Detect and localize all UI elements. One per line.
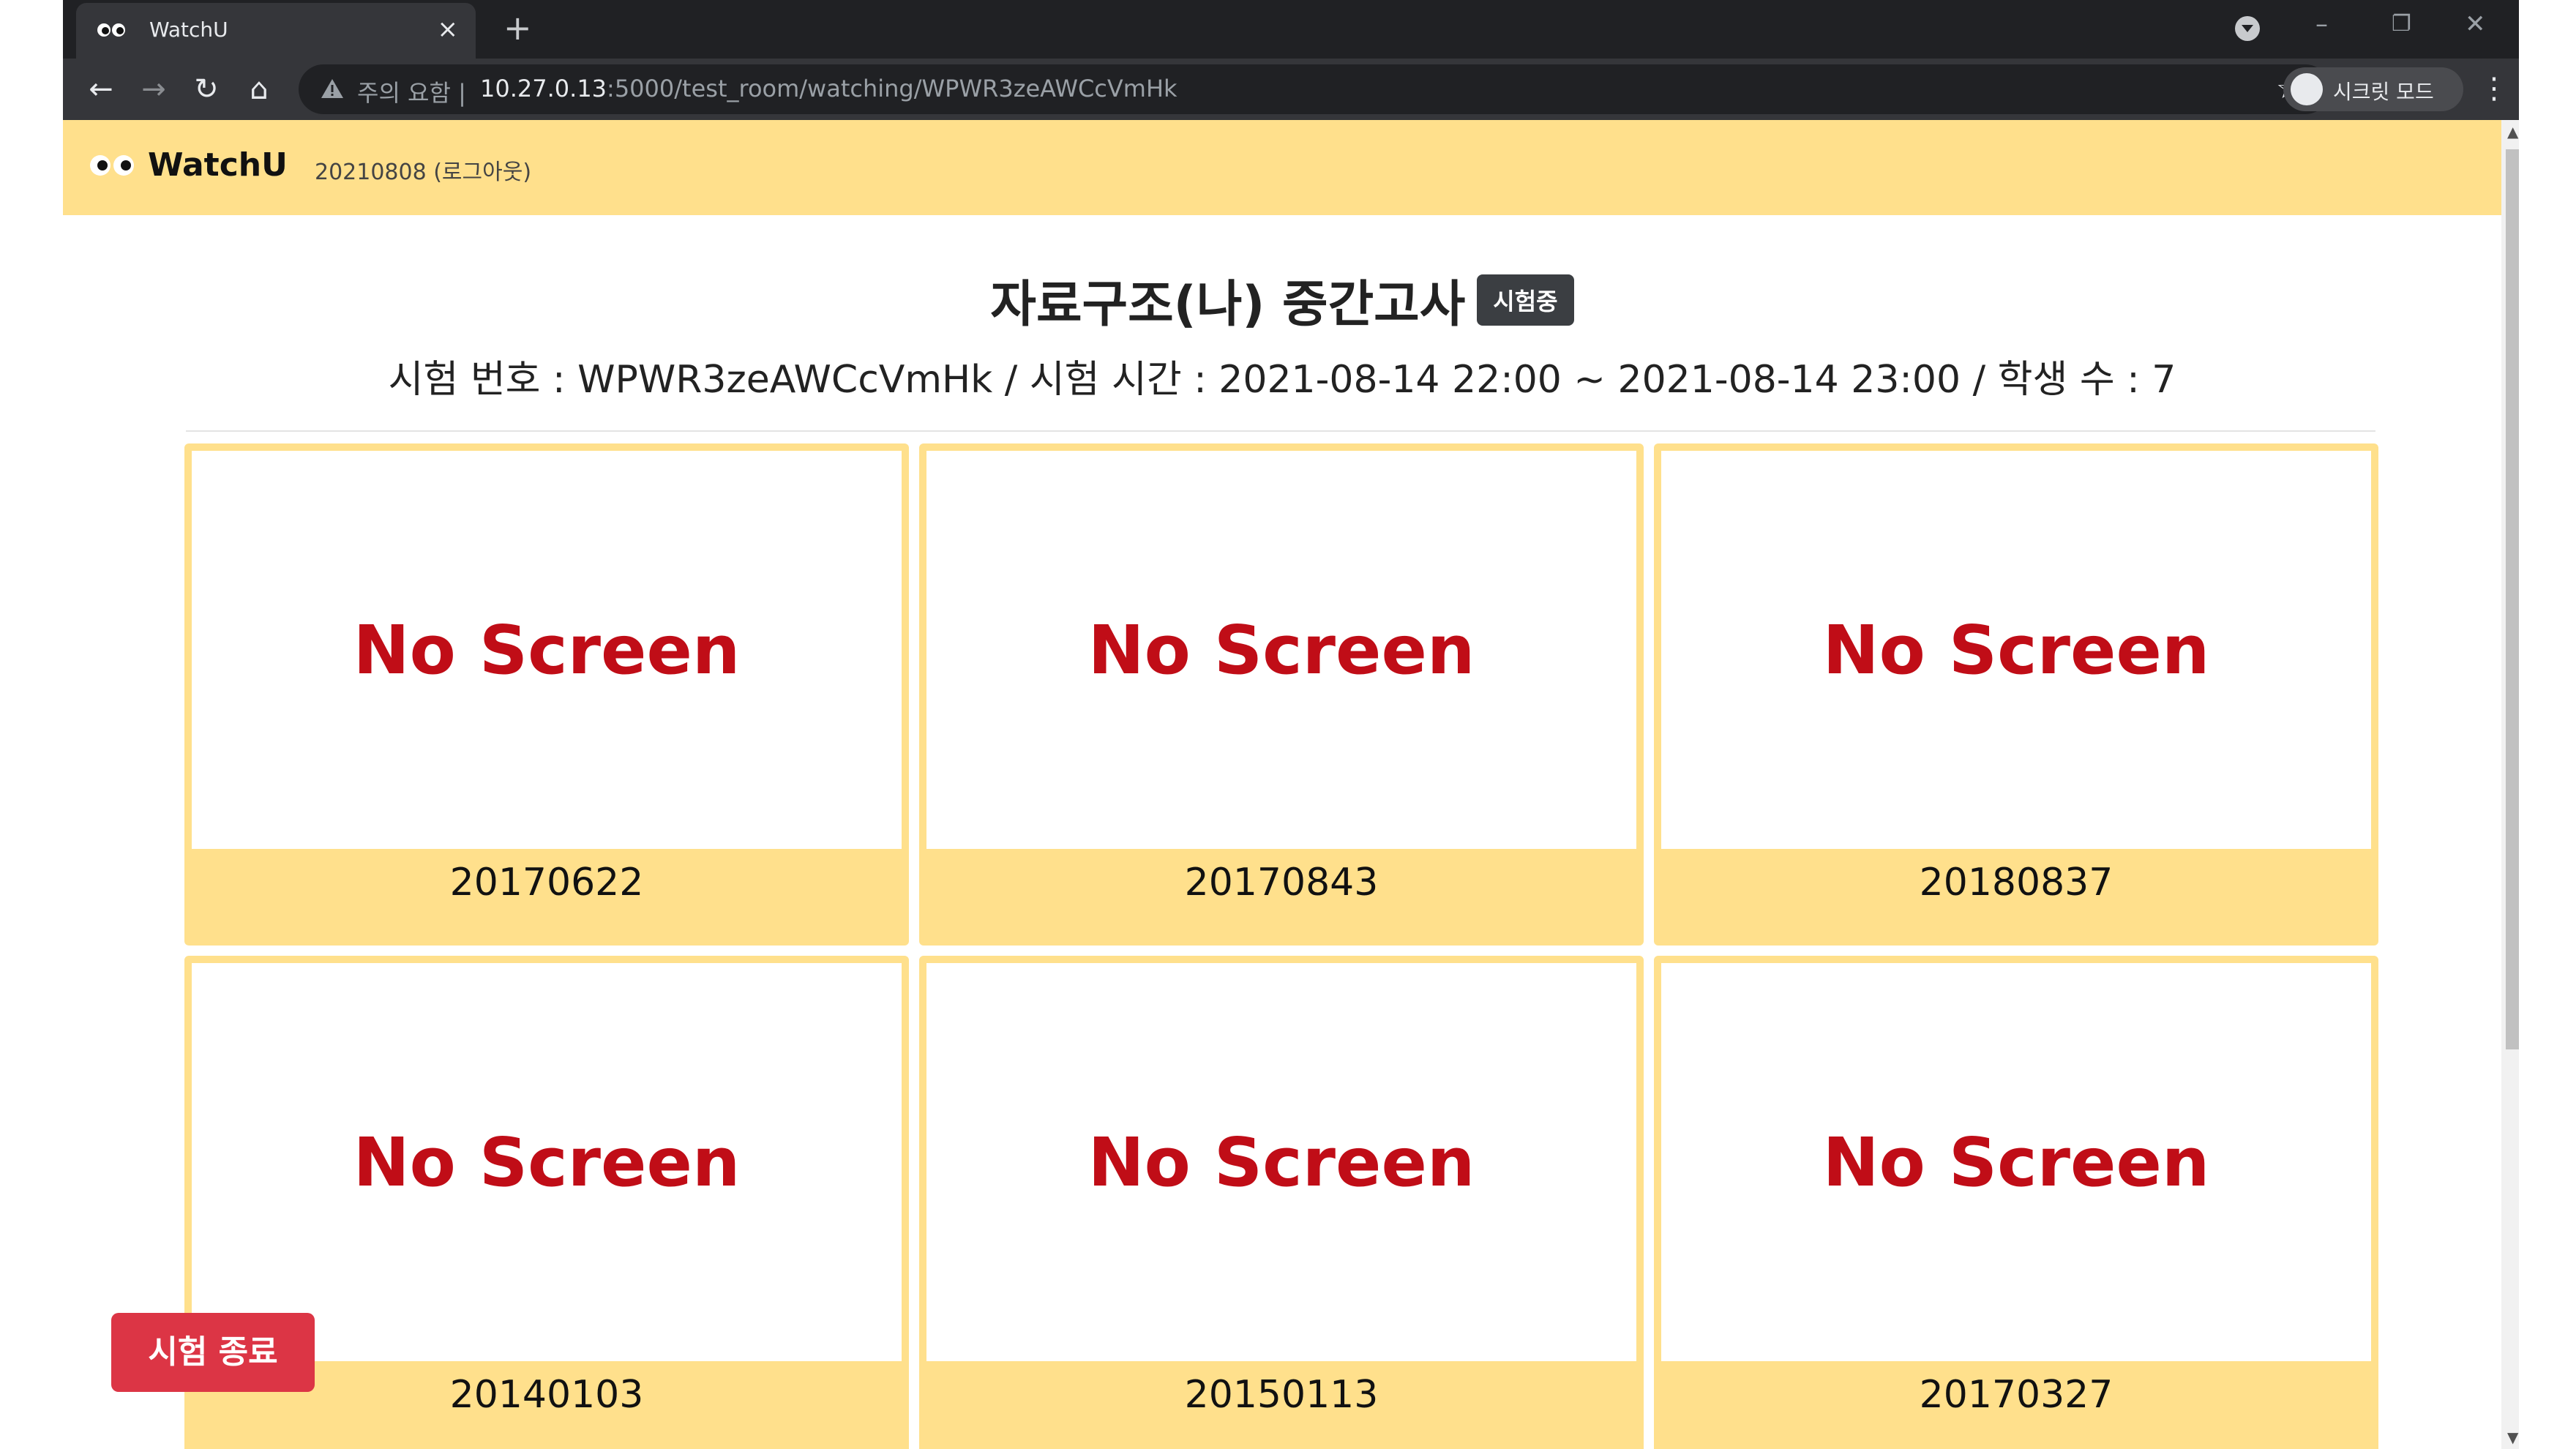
student-screen: No Screen — [1661, 963, 2371, 1361]
address-bar[interactable]: 주의 요함 | 10.27.0.13:5000/test_room/watchi… — [299, 64, 2330, 114]
divider — [186, 430, 2375, 432]
home-icon[interactable]: ⌂ — [239, 69, 280, 110]
site-navbar: WatchU 20210808 (로그아웃) — [63, 120, 2501, 215]
tab-title: WatchU — [149, 18, 228, 42]
student-card[interactable]: No Screen 20180837 — [1654, 443, 2378, 946]
no-screen-label: No Screen — [353, 610, 741, 689]
no-screen-label: No Screen — [1822, 610, 2210, 689]
tab-close-icon[interactable]: × — [438, 13, 459, 45]
close-window-icon[interactable]: ✕ — [2465, 6, 2486, 42]
no-screen-label: No Screen — [1822, 1123, 2210, 1202]
incognito-label: 시크릿 모드 — [2333, 80, 2434, 104]
student-screen: No Screen — [192, 451, 902, 849]
page-content: WatchU 20210808 (로그아웃) 자료구조(나) 중간고사 시험중 시… — [63, 120, 2501, 1449]
url-path: :5000/test_room/watching/WPWR3zeAWCcVmHk — [607, 75, 1177, 102]
incognito-icon — [2291, 73, 2323, 105]
tab-strip: WatchU × + – ❐ ✕ — [63, 0, 2519, 59]
minimize-icon[interactable]: – — [2315, 6, 2328, 42]
reload-icon[interactable]: ↻ — [186, 69, 227, 110]
exam-info: 시험 번호 : WPWR3zeAWCcVmHk / 시험 시간 : 2021-0… — [388, 358, 2176, 402]
eyes-favicon-icon — [97, 23, 125, 37]
student-card[interactable]: No Screen 20150113 — [919, 956, 1644, 1449]
no-screen-label: No Screen — [353, 1123, 741, 1202]
student-id: 20170622 — [449, 861, 644, 905]
scroll-down-icon[interactable]: ▼ — [2507, 1429, 2518, 1446]
no-screen-label: No Screen — [1087, 610, 1475, 689]
page-title: 자료구조(나) 중간고사 — [990, 276, 1466, 334]
incognito-badge[interactable]: 시크릿 모드 — [2283, 67, 2463, 111]
tab-search-icon[interactable] — [2235, 16, 2260, 41]
new-tab-button[interactable]: + — [503, 7, 532, 48]
browser-window: WatchU × + – ❐ ✕ ← → ↻ ⌂ 주의 요함 | 10.27.0… — [63, 0, 2519, 1449]
student-card[interactable]: No Screen 20170622 — [184, 443, 909, 946]
student-card[interactable]: No Screen 20170327 — [1654, 956, 2378, 1449]
student-id: 20170327 — [1919, 1373, 2113, 1417]
page-scrollbar[interactable]: ▲ ▼ — [2501, 120, 2519, 1449]
back-arrow-icon[interactable]: ← — [80, 69, 121, 110]
browser-toolbar: ← → ↻ ⌂ 주의 요함 | 10.27.0.13:5000/test_roo… — [63, 59, 2519, 120]
logout-link[interactable]: 20210808 (로그아웃) — [315, 154, 531, 186]
scroll-up-icon[interactable]: ▲ — [2507, 123, 2518, 141]
brand-name[interactable]: WatchU — [148, 146, 288, 184]
student-screen: No Screen — [192, 963, 902, 1361]
url-text[interactable]: 10.27.0.13:5000/test_room/watching/WPWR3… — [480, 75, 1177, 102]
security-warning-label[interactable]: 주의 요함 | — [357, 75, 466, 108]
student-screen: No Screen — [926, 963, 1636, 1361]
student-screen: No Screen — [1661, 451, 2371, 849]
student-card[interactable]: No Screen 20170843 — [919, 443, 1644, 946]
restore-icon[interactable]: ❐ — [2392, 6, 2411, 42]
scroll-thumb[interactable] — [2506, 149, 2519, 1049]
eyes-logo-icon — [90, 155, 134, 176]
end-exam-button[interactable]: 시험 종료 — [111, 1313, 315, 1392]
student-screen: No Screen — [926, 451, 1636, 849]
no-screen-label: No Screen — [1087, 1123, 1475, 1202]
student-id: 20170843 — [1184, 861, 1379, 905]
tab-watchu[interactable]: WatchU × — [76, 3, 476, 59]
url-host: 10.27.0.13 — [480, 75, 607, 102]
forward-arrow-icon[interactable]: → — [133, 69, 174, 110]
exam-title-row: 자료구조(나) 중간고사 시험중 — [63, 263, 2501, 336]
student-id: 20150113 — [1184, 1373, 1379, 1417]
warning-icon — [321, 79, 343, 98]
student-id: 20180837 — [1919, 861, 2113, 905]
status-badge: 시험중 — [1477, 274, 1574, 326]
kebab-menu-icon[interactable]: ⋮ — [2479, 70, 2509, 107]
